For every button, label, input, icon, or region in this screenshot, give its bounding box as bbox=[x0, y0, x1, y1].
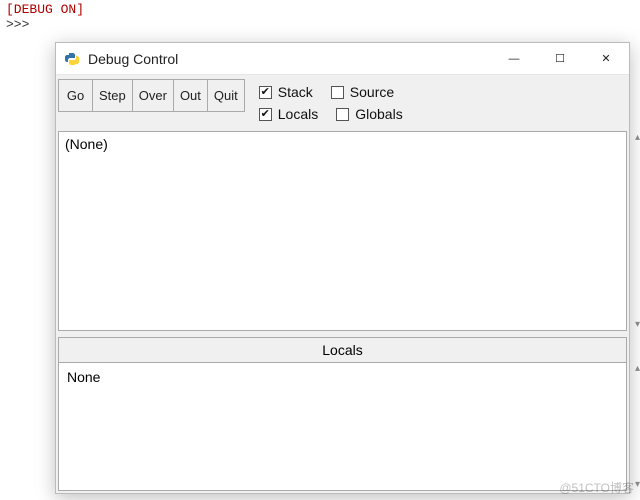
source-checkbox-label: Source bbox=[350, 84, 394, 100]
checkbox-icon bbox=[331, 86, 344, 99]
go-button[interactable]: Go bbox=[58, 79, 92, 112]
globals-checkbox[interactable]: Globals bbox=[336, 106, 402, 122]
titlebar[interactable]: Debug Control — ☐ ✕ bbox=[56, 43, 629, 75]
globals-checkbox-label: Globals bbox=[355, 106, 402, 122]
step-button[interactable]: Step bbox=[92, 79, 132, 112]
shell-background: [DEBUG ON] >>> bbox=[0, 0, 640, 34]
stack-checkbox[interactable]: ✔ Stack bbox=[259, 84, 313, 100]
debug-control-window: Debug Control — ☐ ✕ Go Step Over Out Qui… bbox=[55, 42, 630, 494]
scroll-up-icon[interactable]: ▴ bbox=[635, 132, 640, 143]
quit-button[interactable]: Quit bbox=[207, 79, 245, 112]
checkbox-icon bbox=[336, 108, 349, 121]
debug-button-group: Go Step Over Out Quit bbox=[58, 79, 245, 112]
body-area: (None) ▴ ▾ Locals None ▴ ▾ bbox=[56, 129, 629, 493]
locals-checkbox-label: Locals bbox=[278, 106, 318, 122]
scroll-up-icon[interactable]: ▴ bbox=[635, 363, 640, 374]
debug-status-line: [DEBUG ON] bbox=[6, 2, 634, 17]
stack-checkbox-label: Stack bbox=[278, 84, 313, 100]
over-button[interactable]: Over bbox=[132, 79, 173, 112]
locals-pane[interactable]: None ▴ ▾ bbox=[58, 363, 627, 491]
locals-content: None bbox=[67, 369, 100, 385]
window-title: Debug Control bbox=[88, 51, 491, 67]
maximize-button[interactable]: ☐ bbox=[537, 43, 583, 74]
shell-prompt: >>> bbox=[6, 17, 634, 32]
locals-checkbox[interactable]: ✔ Locals bbox=[259, 106, 318, 122]
stack-content: (None) bbox=[65, 136, 108, 152]
checkbox-icon: ✔ bbox=[259, 108, 272, 121]
scroll-down-icon[interactable]: ▾ bbox=[635, 479, 640, 490]
stack-pane[interactable]: (None) ▴ ▾ bbox=[58, 131, 627, 331]
locals-header: Locals bbox=[58, 337, 627, 363]
scroll-down-icon[interactable]: ▾ bbox=[635, 319, 640, 330]
close-button[interactable]: ✕ bbox=[583, 43, 629, 74]
minimize-button[interactable]: — bbox=[491, 43, 537, 74]
out-button[interactable]: Out bbox=[173, 79, 207, 112]
toolbar-row: Go Step Over Out Quit ✔ Stack Source ✔ bbox=[56, 75, 629, 129]
python-icon bbox=[64, 51, 80, 67]
source-checkbox[interactable]: Source bbox=[331, 84, 394, 100]
watermark: @51CTO博客 bbox=[559, 479, 634, 496]
checkbox-icon: ✔ bbox=[259, 86, 272, 99]
